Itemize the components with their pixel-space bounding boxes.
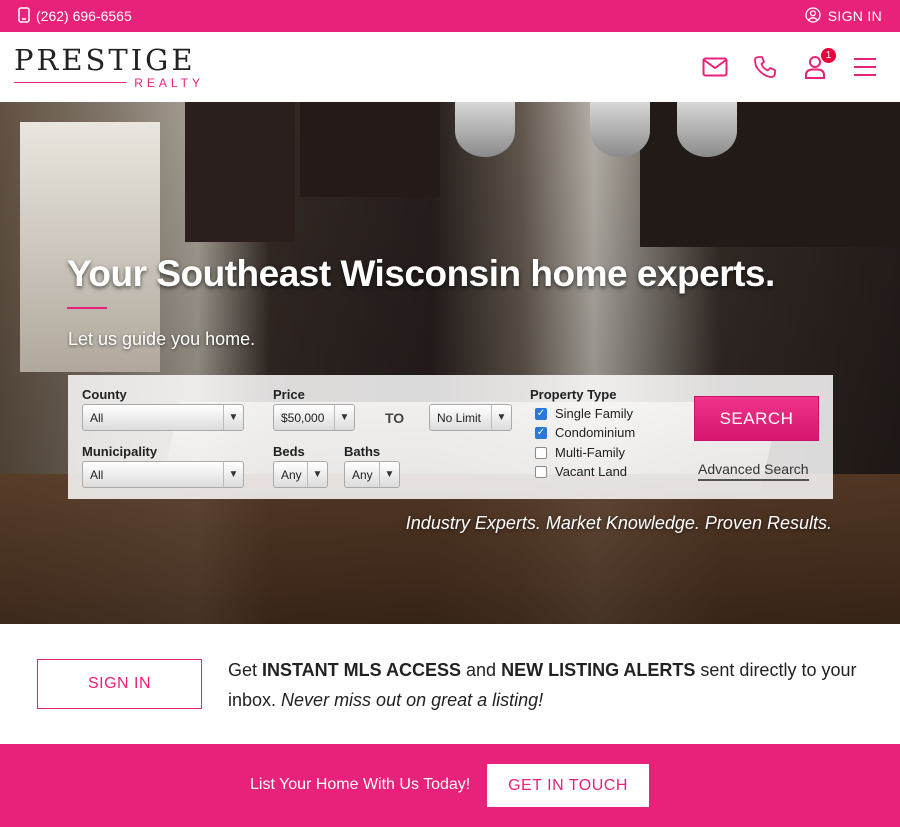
property-type-label: Property Type <box>530 387 617 402</box>
promo-italic: Never miss out on great a listing! <box>281 690 544 710</box>
caret-down-icon: ▼ <box>334 405 354 430</box>
logo-divider <box>14 82 127 83</box>
hero-subheadline: Let us guide you home. <box>68 329 256 349</box>
hero-background-hood <box>300 102 440 197</box>
property-type-option-label: Vacant Land <box>555 464 628 479</box>
mobile-phone-icon <box>18 6 30 26</box>
logo-sub: REALTY <box>134 75 204 90</box>
price-max-select[interactable]: No Limit ▼ <box>429 404 512 431</box>
user-circle-icon <box>805 6 821 26</box>
hero-section: Your Southeast Wisconsin home experts. L… <box>0 102 900 624</box>
cta-banner: List Your Home With Us Today! GET IN TOU… <box>0 744 900 827</box>
checkbox-unchecked-icon[interactable] <box>535 446 547 459</box>
top-signin-label: SIGN IN <box>827 8 882 24</box>
phone-link[interactable]: (262) 696-6565 <box>18 6 132 26</box>
property-type-option-label: Single Family <box>555 406 634 421</box>
top-bar: (262) 696-6565 SIGN IN <box>0 0 900 32</box>
baths-label: Baths <box>344 444 381 459</box>
price-min-value: $50,000 <box>281 410 325 425</box>
phone-number: (262) 696-6565 <box>36 8 132 24</box>
caret-down-icon: ▼ <box>379 462 399 487</box>
promo-highlight: NEW LISTING ALERTS <box>501 660 696 680</box>
price-to-label: TO <box>385 410 405 426</box>
notification-badge: 1 <box>821 48 836 63</box>
county-value: All <box>90 410 104 425</box>
baths-value: Any <box>352 467 373 482</box>
beds-value: Any <box>281 467 302 482</box>
baths-select[interactable]: Any ▼ <box>344 461 400 488</box>
hero-background-lamp <box>590 102 650 157</box>
checkbox-unchecked-icon[interactable] <box>535 465 547 478</box>
caret-down-icon: ▼ <box>223 462 243 487</box>
beds-select[interactable]: Any ▼ <box>273 461 328 488</box>
hamburger-menu-icon[interactable] <box>852 54 878 80</box>
logo-brand: PRESTIGE <box>14 42 196 77</box>
caret-down-icon: ▼ <box>491 405 511 430</box>
property-type-vacant-land[interactable]: Vacant Land <box>535 464 627 479</box>
property-type-option-label: Multi-Family <box>555 445 626 460</box>
hero-tagline: Industry Experts. Market Knowledge. Prov… <box>405 513 832 533</box>
county-label: County <box>82 387 127 402</box>
get-in-touch-button[interactable]: GET IN TOUCH <box>487 764 649 807</box>
caret-down-icon: ▼ <box>223 405 243 430</box>
checkbox-checked-icon[interactable] <box>535 407 547 420</box>
signup-promo-text: Get INSTANT MLS ACCESS and NEW LISTING A… <box>228 660 857 710</box>
price-min-select[interactable]: $50,000 ▼ <box>273 404 355 431</box>
municipality-select[interactable]: All ▼ <box>82 461 244 488</box>
checkbox-checked-icon[interactable] <box>535 426 547 439</box>
hero-headline: Your Southeast Wisconsin home experts. <box>67 253 775 294</box>
phone-icon[interactable] <box>752 54 778 80</box>
municipality-value: All <box>90 467 104 482</box>
header-icons: 1 <box>702 48 878 80</box>
headline-accent-rule <box>67 307 107 309</box>
top-signin-link[interactable]: SIGN IN <box>805 6 882 26</box>
hero-background-cabinet <box>185 102 295 242</box>
logo[interactable]: PRESTIGE REALTY <box>14 45 204 90</box>
signin-button[interactable]: SIGN IN <box>37 659 202 709</box>
hero-background-lamp <box>455 102 515 157</box>
price-label: Price <box>273 387 305 402</box>
envelope-icon[interactable] <box>702 54 728 80</box>
promo-highlight: INSTANT MLS ACCESS <box>262 660 462 680</box>
advanced-search-link[interactable]: Advanced Search <box>698 461 809 481</box>
hero-background-lamp <box>677 102 737 157</box>
cta-text: List Your Home With Us Today! <box>250 776 471 793</box>
beds-label: Beds <box>273 444 305 459</box>
property-type-condominium[interactable]: Condominium <box>535 425 635 440</box>
county-select[interactable]: All ▼ <box>82 404 244 431</box>
price-max-value: No Limit <box>437 410 482 425</box>
municipality-label: Municipality <box>82 444 158 459</box>
property-type-multi-family[interactable]: Multi-Family <box>535 445 625 460</box>
signup-strip: SIGN IN Get INSTANT MLS ACCESS and NEW L… <box>0 624 900 744</box>
site-header: PRESTIGE REALTY 1 <box>0 32 900 102</box>
search-button[interactable]: SEARCH <box>694 396 819 441</box>
property-type-single-family[interactable]: Single Family <box>535 406 633 421</box>
caret-down-icon: ▼ <box>307 462 327 487</box>
user-icon[interactable]: 1 <box>802 48 836 80</box>
property-type-option-label: Condominium <box>555 425 636 440</box>
